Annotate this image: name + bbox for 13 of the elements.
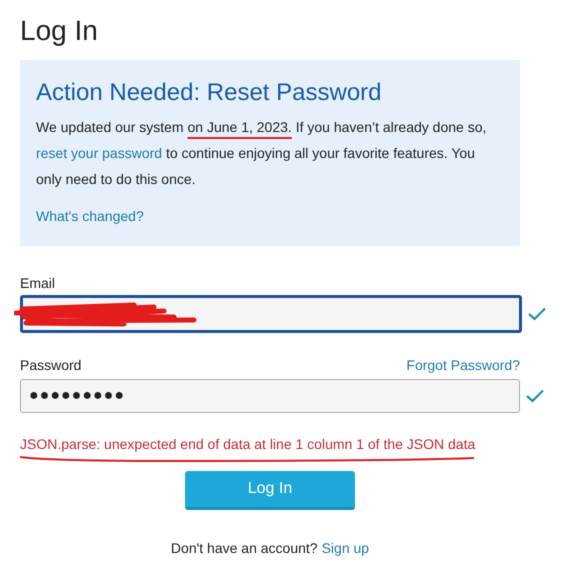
alert-message: We updated our system on June 1, 2023. If you haven’t already done so, reset your password to continue enjoying all your favorite features. You only need to do this once.	[36, 118, 488, 189]
password-label: Password	[20, 356, 82, 375]
whats-changed-link[interactable]: What's changed?	[36, 206, 144, 226]
signup-prompt: Don't have an account?	[170, 539, 318, 558]
page-title: Log In	[20, 14, 98, 48]
reset-password-link[interactable]: reset your password	[36, 145, 162, 161]
password-field[interactable]: ●●●●●●●●●	[20, 379, 520, 413]
signup-link[interactable]: Sign up	[322, 538, 370, 559]
email-label: Email	[20, 274, 56, 293]
forgot-password-link[interactable]: Forgot Password?	[406, 355, 520, 375]
alert-heading: Action Needed: Reset Password	[36, 78, 382, 108]
login-button[interactable]: Log In	[185, 471, 355, 510]
error-message: JSON.parse: unexpected end of data at line 1 column 1 of the JSON data	[20, 435, 476, 453]
